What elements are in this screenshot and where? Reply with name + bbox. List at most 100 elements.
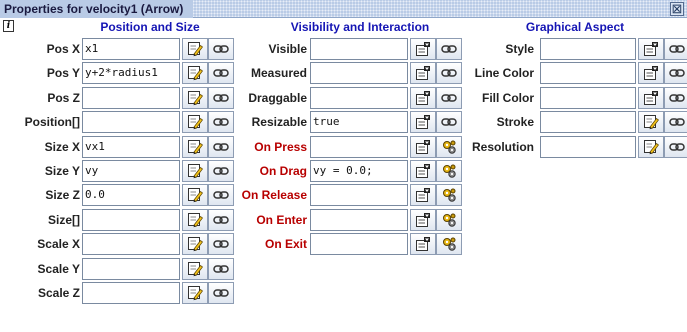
edit-pencil-button[interactable] xyxy=(182,38,208,60)
link-button[interactable] xyxy=(208,233,234,256)
position-size-label: Scale Y xyxy=(37,261,80,276)
position-size-label: Size X xyxy=(44,139,80,154)
edit-pencil-button[interactable] xyxy=(182,282,208,304)
position-size-value-field[interactable] xyxy=(82,282,180,304)
position-size-value-field[interactable]: 0.0 xyxy=(82,184,180,207)
gears-button[interactable] xyxy=(436,135,462,158)
property-row-visibility: Measured xyxy=(240,61,470,85)
position-size-value-field[interactable]: vx1 xyxy=(82,135,180,158)
property-row-position-size: Pos Z xyxy=(0,86,240,110)
graphical-value-field[interactable] xyxy=(540,86,636,109)
visibility-value-field[interactable]: true xyxy=(310,111,408,134)
window-title: Properties for velocity1 (Arrow) xyxy=(0,0,194,18)
visibility-label: Resizable xyxy=(251,115,307,130)
link-button[interactable] xyxy=(208,160,234,182)
link-button[interactable] xyxy=(208,38,234,60)
position-size-value-field[interactable]: vy xyxy=(82,160,180,182)
gears-button[interactable] xyxy=(436,208,462,231)
visibility-value-field[interactable]: vy = 0.0; xyxy=(310,160,408,182)
gears-button[interactable] xyxy=(436,233,462,256)
position-size-value-field[interactable]: y+2*radius1 xyxy=(82,62,180,85)
title-bar: Properties for velocity1 (Arrow) ⊠ xyxy=(0,0,687,18)
link-button[interactable] xyxy=(664,86,687,109)
position-size-value-field[interactable]: x1 xyxy=(82,38,180,60)
select-list-button[interactable] xyxy=(410,111,436,134)
select-list-button[interactable] xyxy=(410,86,436,109)
select-list-button[interactable] xyxy=(638,38,664,60)
edit-pencil-button[interactable] xyxy=(182,86,208,109)
visibility-value-field[interactable] xyxy=(310,135,408,158)
edit-pencil-button[interactable] xyxy=(182,160,208,182)
link-button[interactable] xyxy=(436,86,462,109)
link-button[interactable] xyxy=(208,184,234,207)
edit-pencil-button[interactable] xyxy=(182,257,208,280)
position-size-value-field[interactable] xyxy=(82,111,180,134)
property-row-position-size: Size Z 0.0 xyxy=(0,183,240,207)
select-list-button[interactable] xyxy=(638,86,664,109)
info-icon[interactable]: i xyxy=(3,20,14,32)
graphical-label: Stroke xyxy=(496,115,534,130)
link-button[interactable] xyxy=(436,38,462,60)
position-size-label: Pos X xyxy=(46,42,80,56)
edit-pencil-button[interactable] xyxy=(182,208,208,231)
edit-pencil-button[interactable] xyxy=(182,135,208,158)
select-list-button[interactable] xyxy=(410,160,436,182)
gears-button[interactable] xyxy=(436,160,462,182)
graphical-label: Line Color xyxy=(474,66,534,81)
property-row-graphical: Stroke xyxy=(470,110,687,134)
gears-button[interactable] xyxy=(436,184,462,207)
visibility-label: Visible xyxy=(268,42,307,56)
position-size-label: Scale X xyxy=(37,237,80,252)
edit-pencil-button[interactable] xyxy=(182,62,208,85)
link-button[interactable] xyxy=(664,62,687,85)
edit-pencil-button[interactable] xyxy=(182,111,208,134)
select-list-button[interactable] xyxy=(638,62,664,85)
property-row-visibility: On Drag vy = 0.0; xyxy=(240,159,470,183)
visibility-value-field[interactable] xyxy=(310,208,408,231)
select-list-button[interactable] xyxy=(410,184,436,207)
link-button[interactable] xyxy=(208,111,234,134)
visibility-value-field[interactable] xyxy=(310,233,408,256)
graphical-value-field[interactable] xyxy=(540,62,636,85)
position-size-label: Size[] xyxy=(47,212,80,227)
link-button[interactable] xyxy=(436,62,462,85)
select-list-button[interactable] xyxy=(410,208,436,231)
property-row-position-size: Pos Xx1 xyxy=(0,37,240,61)
visibility-value-field[interactable] xyxy=(310,38,408,60)
graphical-value-field[interactable] xyxy=(540,111,636,134)
link-button[interactable] xyxy=(436,111,462,134)
property-row-position-size: Size[] xyxy=(0,208,240,232)
link-button[interactable] xyxy=(664,111,687,134)
visibility-value-field[interactable] xyxy=(310,184,408,207)
edit-pencil-button[interactable] xyxy=(638,111,664,134)
graphical-value-field[interactable] xyxy=(540,135,636,158)
position-size-value-field[interactable] xyxy=(82,208,180,231)
property-row-position-size: Scale X xyxy=(0,232,240,256)
edit-pencil-button[interactable] xyxy=(638,135,664,158)
link-button[interactable] xyxy=(208,62,234,85)
visibility-value-field[interactable] xyxy=(310,62,408,85)
graphical-value-field[interactable] xyxy=(540,38,636,60)
visibility-label: Measured xyxy=(250,66,307,81)
select-list-button[interactable] xyxy=(410,135,436,158)
edit-pencil-button[interactable] xyxy=(182,233,208,256)
visibility-label: On Exit xyxy=(264,237,307,252)
link-button[interactable] xyxy=(208,86,234,109)
link-button[interactable] xyxy=(664,135,687,158)
position-size-value-field[interactable] xyxy=(82,86,180,109)
select-list-button[interactable] xyxy=(410,233,436,256)
property-row-position-size: Pos Yy+2*radius1 xyxy=(0,61,240,85)
link-button[interactable] xyxy=(208,257,234,280)
position-size-value-field[interactable] xyxy=(82,233,180,256)
visibility-value-field[interactable] xyxy=(310,86,408,109)
position-size-value-field[interactable] xyxy=(82,257,180,280)
link-button[interactable] xyxy=(664,38,687,60)
link-button[interactable] xyxy=(208,135,234,158)
select-list-button[interactable] xyxy=(410,38,436,60)
select-list-button[interactable] xyxy=(410,62,436,85)
close-icon[interactable]: ⊠ xyxy=(670,2,684,16)
edit-pencil-button[interactable] xyxy=(182,184,208,207)
position-size-label: Pos Y xyxy=(46,66,80,81)
link-button[interactable] xyxy=(208,282,234,304)
link-button[interactable] xyxy=(208,208,234,231)
